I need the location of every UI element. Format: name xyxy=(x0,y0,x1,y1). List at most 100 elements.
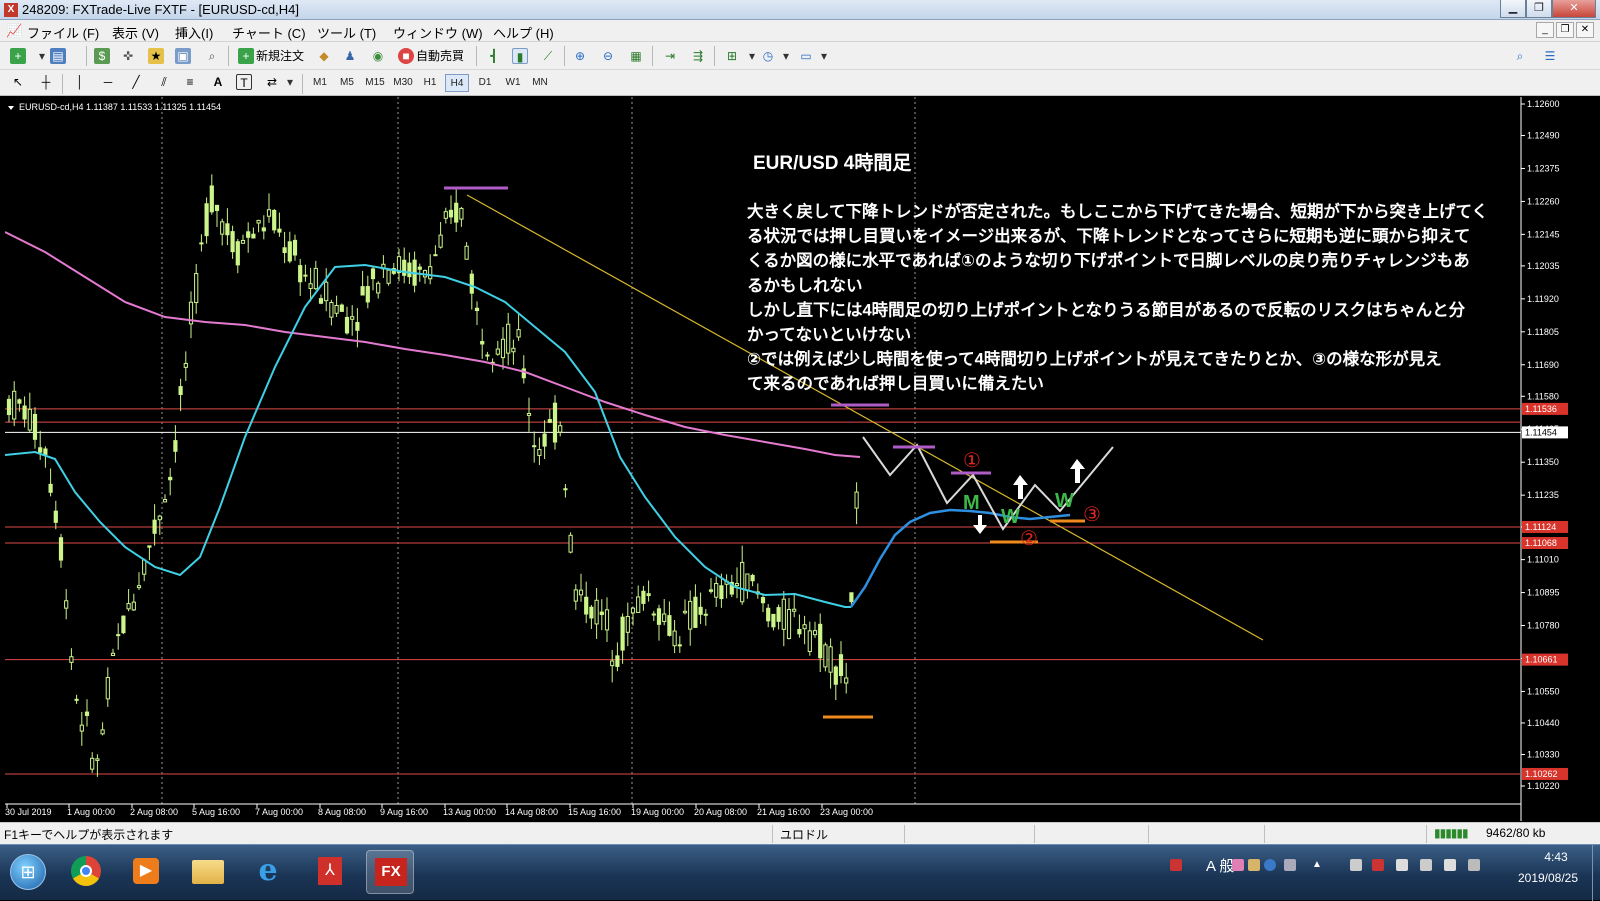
timeframe-h1[interactable]: H1 xyxy=(418,74,442,92)
metaeditor-icon[interactable]: ◆ xyxy=(316,48,332,64)
main-toolbar: + ▾ ▤ $ ✜ ★ ▣ ⌕ + 新規注文 ◆ ♟ ◉ ■ 自動売買 ┫ ▮ … xyxy=(0,42,1600,70)
timeframe-d1[interactable]: D1 xyxy=(473,74,497,92)
tile-windows-icon[interactable]: ▦ xyxy=(628,48,644,64)
show-hidden-icon[interactable]: ▲ xyxy=(1312,859,1324,871)
new-chart-icon[interactable]: + xyxy=(10,48,26,64)
menu-tools[interactable]: ツール (T) xyxy=(317,23,376,42)
zoom-in-icon[interactable]: ⊕ xyxy=(572,48,588,64)
timeframe-w1[interactable]: W1 xyxy=(501,74,525,92)
horizontal-line-icon[interactable]: ─ xyxy=(100,74,116,90)
taskbar-chrome[interactable] xyxy=(62,850,110,894)
arrows-icon[interactable]: ⇄ xyxy=(264,74,280,90)
market-watch-icon[interactable]: $ xyxy=(94,48,110,64)
vertical-line-icon[interactable]: │ xyxy=(72,74,88,90)
taskbar-fxtrade[interactable]: FX xyxy=(366,850,414,894)
strategy-tester-icon[interactable]: ⌕ xyxy=(204,48,220,64)
taskbar-acrobat[interactable]: ⅄ xyxy=(306,850,354,894)
menu-view[interactable]: 表示 (V) xyxy=(112,23,159,42)
timeframe-m15[interactable]: M15 xyxy=(363,74,387,92)
maximize-button[interactable]: ❐ xyxy=(1526,0,1552,18)
templates-icon[interactable]: ▭ xyxy=(798,48,814,64)
candle-body xyxy=(708,589,714,592)
candle-body xyxy=(220,221,225,235)
dropdown-arrow-icon[interactable]: ▾ xyxy=(778,48,794,64)
dropdown-arrow-icon[interactable]: ▾ xyxy=(816,48,832,64)
auto-trading-button[interactable]: 自動売買 xyxy=(416,47,464,65)
terminal-icon[interactable]: ▣ xyxy=(175,48,191,64)
profiles-icon[interactable]: ▤ xyxy=(50,48,66,64)
dropdown-arrow-icon[interactable]: ▾ xyxy=(34,48,50,64)
candle-body xyxy=(142,559,147,575)
candle-body xyxy=(402,259,407,276)
dictionary-icon[interactable] xyxy=(1248,859,1260,871)
mdi-minimize-button[interactable]: _ xyxy=(1536,22,1554,38)
timeframe-h4[interactable]: H4 xyxy=(445,74,469,92)
marker-3: ③ xyxy=(1083,504,1101,526)
alert-tray-icon[interactable] xyxy=(1170,859,1182,871)
data-window-icon[interactable]: ✜ xyxy=(120,48,136,64)
network-icon[interactable] xyxy=(1350,859,1362,871)
text-label-tool[interactable]: T xyxy=(236,74,252,90)
cursor-icon[interactable]: ↖ xyxy=(10,74,26,90)
display-icon[interactable] xyxy=(1468,859,1480,871)
help-tray-icon[interactable] xyxy=(1264,859,1276,871)
price-tick-label: 1.11580 xyxy=(1527,391,1559,401)
autoscroll-icon[interactable]: ⇶ xyxy=(690,48,706,64)
chart-menu-icon[interactable]: 📈 xyxy=(6,23,22,39)
zoom-out-icon[interactable]: ⊖ xyxy=(600,48,616,64)
dropdown-arrow-icon[interactable]: ▾ xyxy=(282,74,298,90)
show-desktop-button[interactable] xyxy=(1592,845,1600,901)
clock-time[interactable]: 4:43 xyxy=(1526,850,1586,864)
menu-insert[interactable]: 挿入(I) xyxy=(175,23,213,42)
line-chart-icon[interactable]: ⟋ xyxy=(540,48,556,64)
mdi-close-button[interactable]: ✕ xyxy=(1576,22,1594,38)
price-tick-label: 1.12490 xyxy=(1527,131,1560,141)
search-icon[interactable]: ⌕ xyxy=(1512,48,1528,64)
ime-pad-icon[interactable] xyxy=(1232,859,1244,871)
bar-chart-icon[interactable]: ┫ xyxy=(486,48,502,64)
annotation-line: るかもしれない xyxy=(747,276,863,295)
candle-body xyxy=(776,607,781,622)
candlestick-icon[interactable]: ▮ xyxy=(512,48,528,64)
price-tick-label: 1.12145 xyxy=(1527,229,1560,239)
signals-icon[interactable]: ♟ xyxy=(342,48,358,64)
taskbar-ie[interactable]: e xyxy=(244,850,292,894)
ime-indicator[interactable]: A 般 xyxy=(1206,855,1234,876)
menu-window[interactable]: ウィンドウ (W) xyxy=(393,23,483,42)
keyboard-icon[interactable] xyxy=(1444,859,1456,871)
chart-shift-icon[interactable]: ⇥ xyxy=(662,48,678,64)
taskbar-explorer[interactable] xyxy=(184,850,232,894)
new-order-icon[interactable]: + xyxy=(238,48,254,64)
start-button[interactable]: ⊞ xyxy=(2,850,54,894)
minimize-button[interactable]: ▁ xyxy=(1500,0,1526,18)
trendline-icon[interactable]: ╱ xyxy=(128,74,144,90)
crosshair-icon[interactable]: ┼ xyxy=(38,74,54,90)
timeframe-m1[interactable]: M1 xyxy=(308,74,332,92)
timeframe-mn[interactable]: MN xyxy=(528,74,552,92)
market-icon[interactable]: ◉ xyxy=(370,48,386,64)
action-center-icon[interactable] xyxy=(1372,859,1384,871)
new-order-button[interactable]: 新規注文 xyxy=(256,47,304,65)
periods-icon[interactable]: ◷ xyxy=(760,48,776,64)
clock-date[interactable]: 2019/08/25 xyxy=(1508,871,1588,885)
menu-file[interactable]: ファイル (F) xyxy=(27,23,99,42)
auto-trading-icon[interactable]: ■ xyxy=(398,48,414,64)
taskbar-media-player[interactable]: ▶ xyxy=(122,850,170,894)
candle-body xyxy=(485,354,490,357)
navigator-icon[interactable]: ★ xyxy=(148,48,164,64)
power-icon[interactable] xyxy=(1420,859,1432,871)
timeframe-m5[interactable]: M5 xyxy=(335,74,359,92)
channel-icon[interactable]: ⫽ xyxy=(156,74,172,90)
text-tool[interactable]: A xyxy=(210,74,226,90)
menu-help[interactable]: ヘルプ (H) xyxy=(493,23,554,42)
volume-icon[interactable] xyxy=(1396,859,1408,871)
community-icon[interactable]: ☰ xyxy=(1542,48,1558,64)
timeframe-m30[interactable]: M30 xyxy=(391,74,415,92)
indicators-icon[interactable]: ⊞ xyxy=(724,48,740,64)
mdi-restore-button[interactable]: ❐ xyxy=(1556,22,1574,38)
close-button[interactable]: ✕ xyxy=(1552,0,1596,18)
menu-chart[interactable]: チャート (C) xyxy=(232,23,306,42)
fibonacci-icon[interactable]: ≡ xyxy=(182,74,198,90)
dropdown-arrow-icon[interactable]: ▾ xyxy=(744,48,760,64)
price-chart[interactable]: M W W ① ② ③ EUR/USD 4時間足 大きく戻して下降トレンドが否定… xyxy=(5,97,1568,821)
